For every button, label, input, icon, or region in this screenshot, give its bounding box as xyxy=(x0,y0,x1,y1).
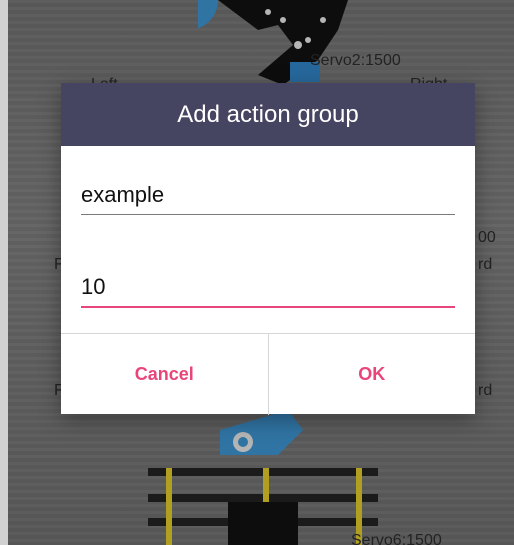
name-field[interactable]: example xyxy=(81,182,455,215)
cancel-button[interactable]: Cancel xyxy=(61,334,268,415)
add-action-group-dialog: Add action group example 10 Cancel OK xyxy=(61,83,475,415)
name-field-value: example xyxy=(81,182,165,207)
ok-button[interactable]: OK xyxy=(267,334,476,415)
dialog-button-row: Cancel OK xyxy=(61,333,475,415)
count-field[interactable]: 10 xyxy=(81,274,455,308)
dialog-title: Add action group xyxy=(61,83,475,146)
count-field-value: 10 xyxy=(81,274,106,299)
